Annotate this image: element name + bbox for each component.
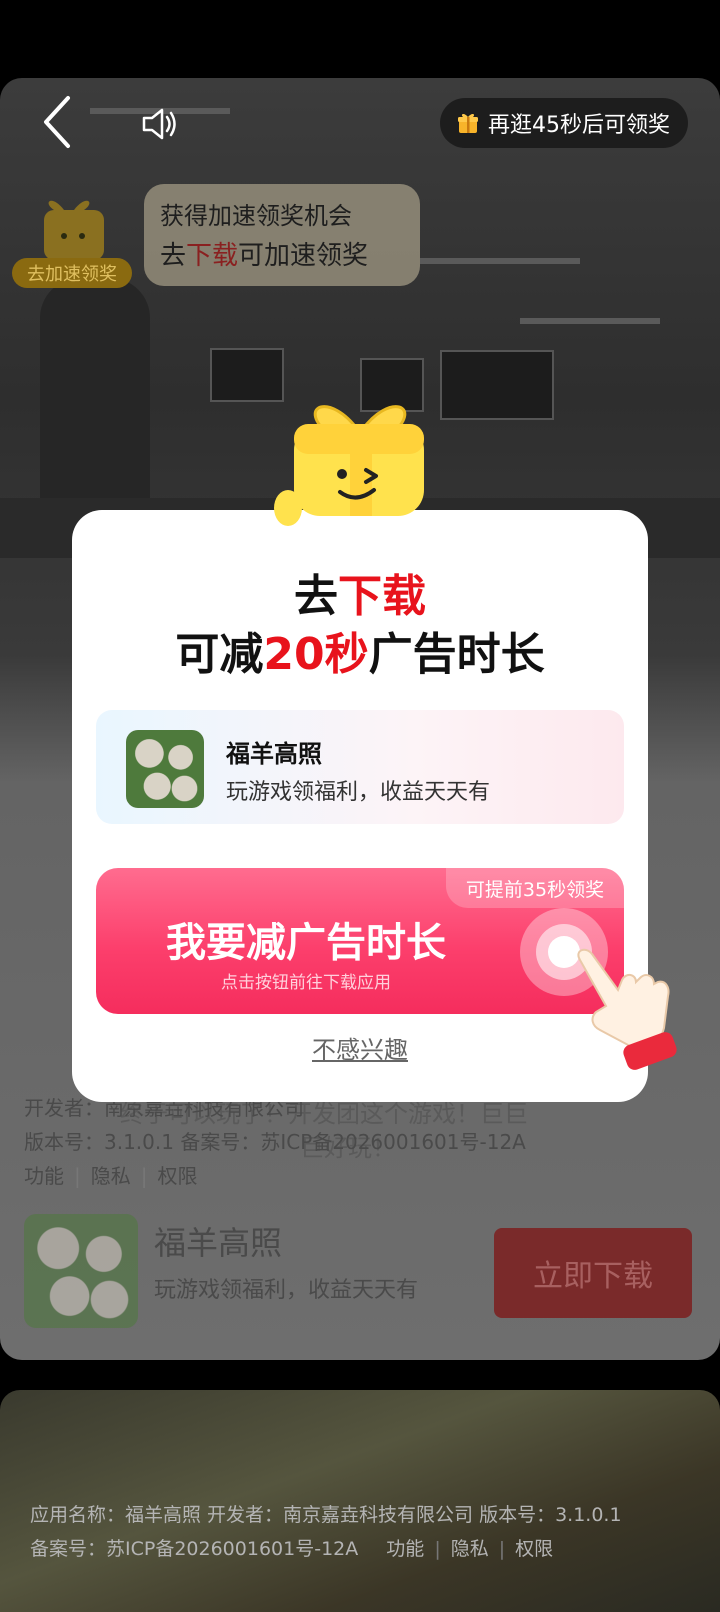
app-description: 玩游戏领福利，收益天天有 [226, 780, 491, 805]
footer-app-info: 应用名称：福羊高照 开发者：南京嘉垚科技有限公司 版本号：3.1.0.1 [30, 1504, 622, 1526]
bg-app-name: 福羊高照 [154, 1224, 283, 1262]
countdown-text: 再逛45秒后可领奖 [488, 113, 670, 138]
ceiling-light [520, 318, 660, 324]
footer-link-privacy[interactable]: 隐私 [451, 1538, 489, 1560]
link-features[interactable]: 功能 [24, 1164, 64, 1188]
footer-record: 备案号：苏ICP备2026001601号-12A [30, 1538, 359, 1560]
app-name: 福羊高照 [226, 740, 322, 768]
accelerate-badge[interactable]: 去加速领奖 [12, 258, 132, 288]
modal-title: 去下载 [294, 571, 426, 622]
ad-links: 功能 | 隐私 | 权限 [24, 1164, 198, 1188]
download-now-button[interactable]: 立即下载 [494, 1228, 692, 1318]
accelerate-bubble[interactable]: 获得加速领奖机会 去下载可加速领奖 [144, 184, 420, 286]
countdown-pill: 再逛45秒后可领奖 [440, 98, 688, 148]
ceiling-light [420, 258, 580, 264]
modal-subtitle: 可减20秒广告时长 [175, 629, 545, 680]
footer-link-features[interactable]: 功能 [386, 1538, 424, 1560]
cta-label: 我要减广告时长 [166, 920, 446, 966]
version-info: 版本号：3.1.0.1 备案号：苏ICP备2026001601号-12A [24, 1130, 526, 1154]
cta-sublabel: 点击按钮前往下载应用 [221, 973, 391, 993]
back-arrow-icon[interactable] [40, 92, 80, 152]
bg-app-icon [24, 1214, 138, 1328]
bg-app-desc: 玩游戏领福利，收益天天有 [154, 1278, 419, 1303]
sheep-app-icon [126, 730, 204, 808]
link-privacy[interactable]: 隐私 [91, 1164, 131, 1188]
early-claim-badge: 可提前35秒领奖 [446, 868, 624, 908]
speaker-icon[interactable] [140, 104, 180, 144]
accelerate-line2: 去下载可加速领奖 [160, 241, 369, 271]
not-interested-link[interactable]: 不感兴趣 [72, 1030, 648, 1065]
link-permissions[interactable]: 权限 [158, 1164, 198, 1188]
gift-icon [458, 113, 478, 133]
gift-mascot-icon [274, 405, 424, 526]
accelerate-line1: 获得加速领奖机会 [160, 202, 352, 230]
footer-link-permissions[interactable]: 权限 [515, 1538, 553, 1560]
office-monitor [440, 350, 554, 420]
footer-record-row: 备案号：苏ICP备2026001601号-12A 功能 | 隐私 | 权限 [30, 1538, 554, 1560]
